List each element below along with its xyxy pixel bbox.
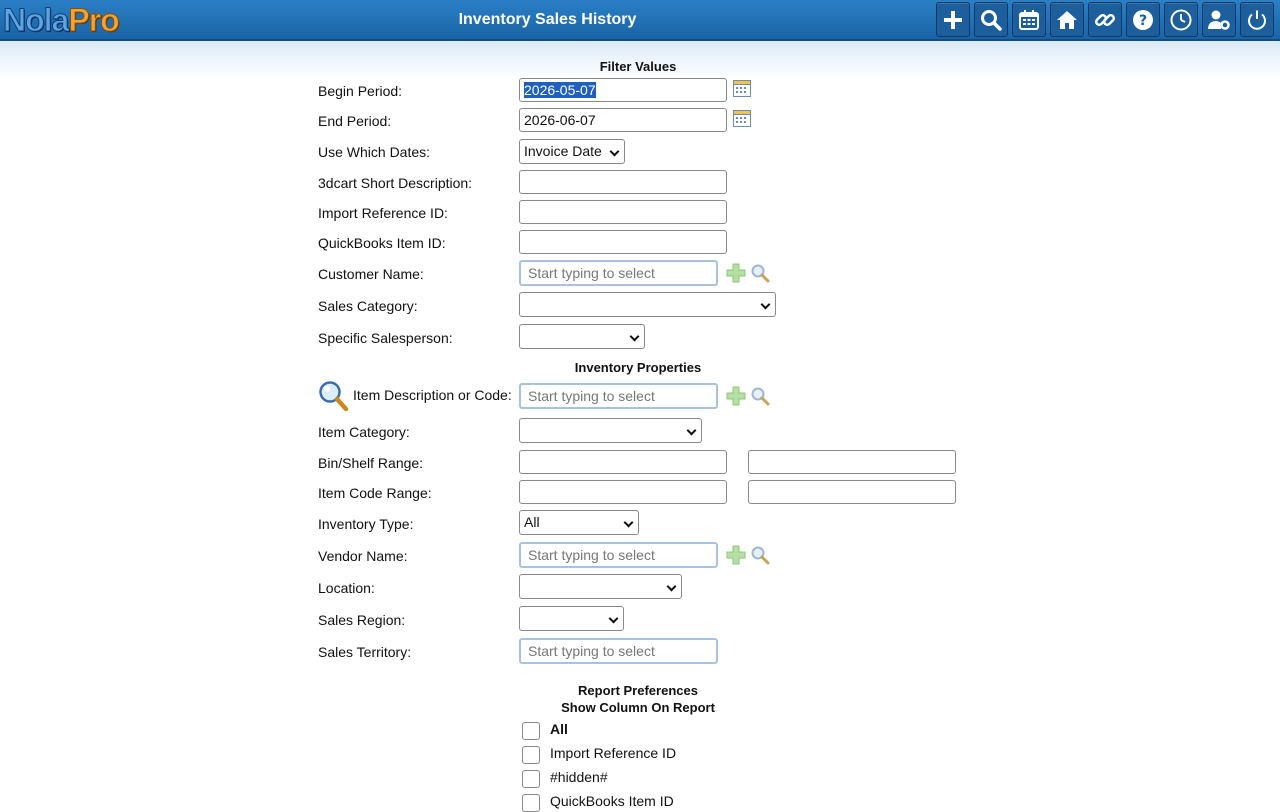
quickbooks-item-label: QuickBooks Item ID: [318,235,446,251]
search-button[interactable] [974,2,1008,37]
item-description-label: Item Description or Code: [353,387,512,403]
inventory-properties-title: Inventory Properties [574,360,702,375]
item-category-label: Item Category: [318,424,410,440]
report-preferences-title: Report Preferences [578,683,698,698]
quickbooks-item-input[interactable] [519,230,727,254]
search-icon [981,9,1002,31]
user-gear-icon [1208,10,1230,30]
top-bar: NolaPro Inventory Sales History ? [0,0,1280,41]
time-button[interactable] [1164,2,1198,37]
bin-shelf-label: Bin/Shelf Range: [318,455,424,471]
toolbar: ? [936,2,1274,37]
use-which-dates-label: Use Which Dates: [318,144,431,160]
sales-territory-input[interactable]: Start typing to select [519,638,718,664]
chevron-down-icon [666,581,677,592]
import-reference-label: Import Reference ID: [318,205,448,221]
item-description-input[interactable]: Start typing to select [519,383,718,409]
sales-category-label: Sales Category: [318,298,418,314]
short-description-input[interactable] [519,170,727,194]
inventory-type-select[interactable]: All [519,510,639,535]
end-period-input[interactable]: 2026-06-07 [519,108,727,132]
svg-text:?: ? [1139,13,1147,29]
search-icon[interactable] [750,263,770,283]
add-icon[interactable] [726,263,746,283]
add-button[interactable] [936,2,970,37]
bin-shelf-from-input[interactable] [519,450,727,474]
vendor-name-input[interactable]: Start typing to select [519,542,718,568]
item-code-label: Item Code Range: [318,485,432,501]
calendar-button[interactable] [1012,2,1046,37]
home-icon [1057,10,1077,29]
short-description-label: 3dcart Short Description: [318,175,473,191]
item-code-from-input[interactable] [519,480,727,504]
column-label-hidden: #hidden# [550,769,608,785]
sales-region-select[interactable] [519,606,624,631]
plus-icon [944,10,962,29]
begin-period-label: Begin Period: [318,83,403,99]
use-which-dates-select[interactable]: Invoice Date [519,139,625,164]
salesperson-label: Specific Salesperson: [318,330,453,346]
search-icon[interactable] [750,386,770,406]
location-select[interactable] [519,574,682,599]
customer-name-label: Customer Name: [318,266,424,282]
import-reference-input[interactable] [519,200,727,224]
home-button[interactable] [1050,2,1084,37]
chevron-down-icon [629,331,640,342]
end-period-label: End Period: [318,113,392,129]
column-label-import-reference: Import Reference ID [550,745,677,761]
link-icon [1094,13,1116,26]
column-checkbox-quickbooks-item[interactable] [522,794,540,812]
customer-name-input[interactable]: Start typing to select [519,260,718,286]
links-button[interactable] [1088,2,1122,37]
logout-button[interactable] [1240,2,1274,37]
salesperson-select[interactable] [519,324,645,349]
search-icon[interactable] [750,545,770,565]
location-label: Location: [318,580,375,596]
item-code-to-input[interactable] [748,480,956,504]
show-column-subtitle: Show Column On Report [561,700,715,715]
chevron-down-icon [760,299,771,310]
begin-period-input[interactable]: 2026-05-07 [519,78,727,102]
column-label-all: All [550,721,568,737]
page-title: Inventory Sales History [458,11,637,28]
chevron-down-icon [623,517,634,528]
clock-icon [1170,9,1192,30]
column-label-quickbooks-item: QuickBooks Item ID [550,793,674,809]
user-settings-button[interactable] [1202,2,1236,37]
column-checkbox-all[interactable] [522,722,540,740]
magnifier-icon[interactable] [317,380,349,412]
calendar-icon[interactable] [733,80,751,97]
power-icon [1248,10,1266,30]
help-button[interactable]: ? [1126,2,1160,37]
chevron-down-icon [608,613,619,624]
column-checkbox-hidden[interactable] [522,770,540,788]
help-icon: ? [1133,9,1153,30]
inventory-type-label: Inventory Type: [318,516,414,532]
item-category-select[interactable] [519,418,702,443]
calendar-icon [1019,9,1039,30]
sales-category-select[interactable] [519,292,776,317]
column-checkbox-import-reference[interactable] [522,746,540,764]
filter-values-title: Filter Values [599,59,677,74]
chevron-down-icon [609,146,620,157]
add-icon[interactable] [726,545,746,565]
chevron-down-icon [686,425,697,436]
calendar-icon[interactable] [733,110,751,127]
sales-region-label: Sales Region: [318,612,406,628]
sales-territory-label: Sales Territory: [318,644,412,660]
vendor-name-label: Vendor Name: [318,548,408,564]
add-icon[interactable] [726,386,746,406]
bin-shelf-to-input[interactable] [748,450,956,474]
